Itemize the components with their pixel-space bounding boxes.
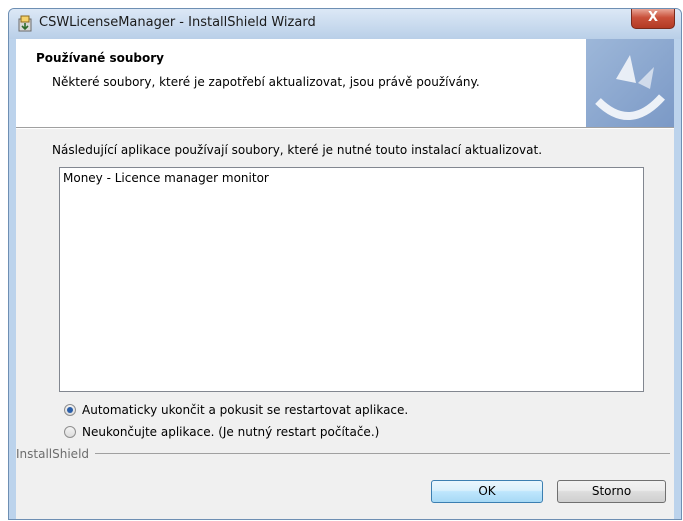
applications-listbox[interactable]: Money - Licence manager monitor: [59, 167, 644, 392]
option-label[interactable]: Neukončujte aplikace. (Je nutný restart …: [82, 425, 379, 439]
cancel-button-label: Storno: [591, 484, 632, 498]
dialog-client: Používané soubory Některé soubory, které…: [16, 39, 674, 519]
installshield-brand: InstallShield: [16, 447, 90, 461]
title-bar[interactable]: CSWLicenseManager - InstallShield Wizard…: [9, 9, 681, 39]
page-subtitle: Některé soubory, které je zapotřebí aktu…: [52, 75, 480, 89]
installer-app-icon: [17, 15, 35, 33]
cancel-button[interactable]: Storno: [557, 480, 666, 503]
description-text: Následující aplikace používají soubory, …: [52, 143, 543, 157]
page-title: Používané soubory: [36, 51, 164, 65]
option-auto-close[interactable]: Automaticky ukončit a pokusit se restart…: [64, 403, 408, 417]
close-button[interactable]: X: [631, 9, 675, 29]
installshield-group: InstallShield: [16, 447, 674, 461]
ok-button-label: OK: [478, 484, 496, 498]
radio-button-checked[interactable]: [64, 404, 76, 416]
ok-button[interactable]: OK: [431, 480, 543, 503]
window-title: CSWLicenseManager - InstallShield Wizard: [39, 15, 316, 30]
installer-window: CSWLicenseManager - InstallShield Wizard…: [8, 8, 682, 520]
option-label[interactable]: Automaticky ukončit a pokusit se restart…: [82, 403, 408, 417]
close-icon: X: [647, 10, 659, 25]
wizard-header: Používané soubory Některé soubory, které…: [16, 39, 674, 127]
radio-button[interactable]: [64, 426, 76, 438]
option-do-not-close[interactable]: Neukončujte aplikace. (Je nutný restart …: [64, 425, 379, 439]
list-item[interactable]: Money - Licence manager monitor: [63, 171, 269, 185]
installshield-logo-icon: [586, 39, 674, 127]
brand-divider: [95, 453, 670, 455]
wizard-body: Následující aplikace používají soubory, …: [16, 129, 674, 519]
